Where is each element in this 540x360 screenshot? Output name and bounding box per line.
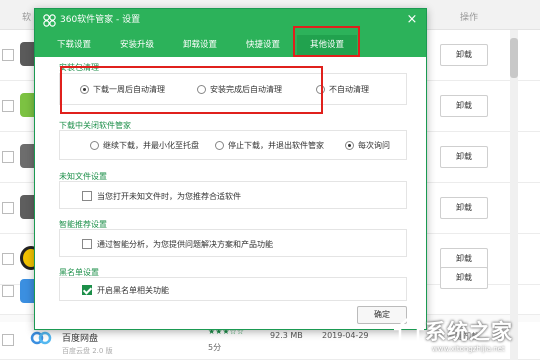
scrollbar-thumb[interactable] [510, 38, 518, 78]
uninstall-button[interactable]: 卸载 [440, 267, 488, 289]
uninstall-button[interactable]: 卸载 [440, 44, 488, 66]
house-icon [394, 316, 424, 345]
settings-content: 安装包清理 下载一周后自动清理 安装完成后自动清理 不自动清理 下载中关闭软件管… [35, 57, 426, 329]
highlight-box-tab [293, 26, 360, 57]
option-label: 停止下载，并退出软件管家 [228, 141, 324, 150]
checkbox-recommend-software[interactable] [82, 191, 92, 201]
scrollbar-track[interactable] [510, 30, 518, 360]
tab-install-upgrade[interactable]: 安装升级 [108, 35, 166, 55]
close-icon[interactable]: × [404, 12, 420, 28]
uninstall-button[interactable]: 卸载 [440, 95, 488, 117]
row-checkbox[interactable] [2, 49, 14, 61]
row-checkbox[interactable] [2, 253, 14, 265]
row-checkbox[interactable] [2, 202, 14, 214]
score-value: 5分 [208, 343, 222, 352]
checkbox-smart-analysis[interactable] [82, 239, 92, 249]
column-action: 操作 [460, 13, 479, 23]
row-checkbox[interactable] [2, 100, 14, 112]
row-checkbox[interactable] [2, 285, 14, 297]
option-label: 通过智能分析，为您提供问题解决方案和产品功能 [97, 240, 273, 249]
checkbox-enable-blacklist[interactable] [82, 285, 92, 295]
app-size: 92.3 MB [270, 331, 303, 340]
app-logo-icon [43, 14, 56, 27]
uninstall-button[interactable]: 卸载 [440, 146, 488, 168]
dialog-titlebar: 360软件管家 - 设置 × 下载设置 安装升级 卸载设置 快捷设置 其他设置 [35, 9, 426, 57]
watermark-url: www.xitongzhijia.net [432, 345, 505, 353]
row-checkbox[interactable] [2, 151, 14, 163]
column-software: 软 [22, 13, 32, 23]
dialog-title: 360软件管家 - 设置 [60, 15, 141, 25]
option-label: 当您打开未知文件时，为您推荐合适软件 [97, 192, 241, 201]
section-blacklist: 开启黑名单相关功能 [59, 277, 407, 301]
radio-stop-exit[interactable] [215, 141, 224, 150]
tab-uninstall-settings[interactable]: 卸载设置 [171, 35, 229, 55]
option-label: 开启黑名单相关功能 [97, 286, 169, 295]
radio-continue-minimize[interactable] [90, 141, 99, 150]
option-label: 不自动清理 [329, 85, 369, 94]
settings-dialog: 360软件管家 - 设置 × 下载设置 安装升级 卸载设置 快捷设置 其他设置 … [34, 8, 427, 330]
uninstall-button[interactable]: 卸载 [440, 197, 488, 219]
app-name: 百度网盘 [62, 334, 99, 344]
section-unknown-file: 当您打开未知文件时，为您推荐合适软件 [59, 181, 407, 209]
radio-ask-every-time[interactable] [345, 141, 354, 150]
row-checkbox[interactable] [2, 334, 14, 346]
tab-download-settings[interactable]: 下载设置 [45, 35, 103, 55]
tab-shortcut-settings[interactable]: 快捷设置 [234, 35, 292, 55]
watermark-text: 系统之家 [425, 320, 513, 344]
baidu-netdisk-icon [30, 331, 52, 345]
highlight-box-install-pkg [60, 66, 323, 114]
option-label: 继续下载，并最小化至托盘 [103, 141, 199, 150]
watermark-logo: 系统之家 www.xitongzhijia.net [392, 312, 540, 360]
install-date: 2019-04-29 [322, 331, 369, 340]
section-download-close: 继续下载，并最小化至托盘 停止下载，并退出软件管家 每次询问 [59, 130, 407, 160]
option-label: 每次询问 [358, 141, 390, 150]
section-smart-recommend: 通过智能分析，为您提供问题解决方案和产品功能 [59, 229, 407, 257]
app-desc: 百度云盘 2.0 版 [62, 347, 113, 355]
